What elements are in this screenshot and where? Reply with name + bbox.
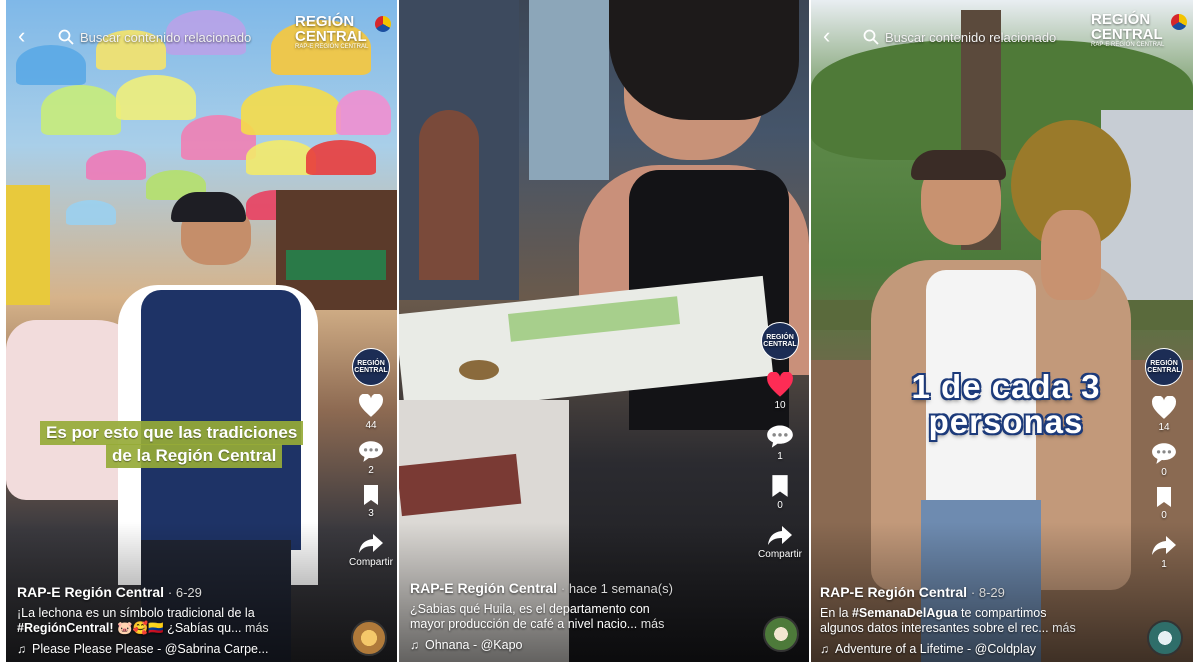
save-button[interactable]: 0 [1154, 486, 1174, 521]
music-note-icon: ♫ [820, 642, 829, 656]
save-count: 0 [777, 500, 783, 511]
back-arrow-icon[interactable]: ‹ [18, 25, 36, 48]
search-icon [58, 29, 74, 45]
share-arrow-icon [1152, 536, 1176, 555]
share-button[interactable]: Compartir [758, 525, 802, 560]
share-count: 1 [1161, 559, 1167, 570]
comment-icon [767, 425, 793, 448]
heart-icon [359, 394, 383, 417]
comment-count: 0 [1161, 467, 1167, 478]
author-name[interactable]: RAP-E Región Central [410, 580, 557, 596]
comment-icon [1152, 443, 1176, 464]
action-rail: REGIÓN CENTRAL 10 1 0 Compartir [755, 322, 805, 560]
video-caption-line-2: de la Región Central [106, 444, 283, 468]
logo-flag-icon [375, 16, 391, 32]
back-arrow-icon[interactable]: ‹ [823, 25, 841, 48]
action-rail: REGIÓN CENTRAL 44 2 3 Compartir [346, 348, 396, 568]
author-avatar[interactable]: REGIÓN CENTRAL [761, 322, 799, 360]
bookmark-icon [1157, 487, 1171, 507]
share-label: Compartir [349, 557, 393, 568]
author-avatar[interactable]: REGIÓN CENTRAL [1145, 348, 1183, 386]
music-title: Please Please Please - @Sabrina Carpe... [32, 642, 269, 656]
video-meta: RAP-E Región Central · 8-29 En la #Seman… [820, 584, 1076, 656]
comment-button[interactable]: 2 [358, 439, 384, 476]
video-caption-line-1: Es por esto que las tradiciones [40, 421, 304, 445]
post-date: · hace 1 semana(s) [560, 581, 673, 596]
author-line: RAP-E Región Central · 8-29 [820, 584, 1076, 600]
post-date: · 8-29 [970, 585, 1005, 600]
video-caption-line-2: personas [928, 403, 1084, 440]
more-link[interactable]: más [641, 617, 665, 631]
author-line: RAP-E Región Central · hace 1 semana(s) [410, 580, 673, 596]
share-arrow-icon [768, 526, 792, 545]
music-note-icon: ♫ [17, 642, 26, 656]
author-name[interactable]: RAP-E Región Central [820, 584, 967, 600]
search-icon [863, 29, 879, 45]
save-button[interactable]: 3 [361, 484, 381, 519]
like-count: 44 [365, 420, 377, 431]
comment-button[interactable]: 0 [1151, 441, 1177, 478]
hashtag-link[interactable]: #SemanaDelAgua [852, 606, 958, 620]
music-title: Adventure of a Lifetime - @Coldplay [835, 642, 1036, 656]
like-count: 14 [1158, 422, 1170, 433]
comment-count: 2 [368, 465, 374, 476]
music-line[interactable]: ♫ Please Please Please - @Sabrina Carpe.… [17, 642, 269, 656]
music-disc-icon[interactable] [763, 616, 799, 652]
music-line[interactable]: ♫ Ohnana - @Kapo [410, 638, 673, 652]
post-date: · 6-29 [167, 585, 202, 600]
action-rail: REGIÓN CENTRAL 14 0 0 1 [1139, 348, 1189, 570]
save-count: 3 [368, 508, 374, 519]
save-button[interactable]: 0 [769, 474, 791, 511]
bookmark-icon [772, 475, 788, 497]
like-button[interactable]: 14 [1151, 396, 1177, 433]
video-meta: RAP-E Región Central · hace 1 semana(s) … [410, 580, 673, 652]
region-central-logo: REGIÓN CENTRAL RAP-E REGIÓN CENTRAL [1091, 12, 1187, 48]
music-title: Ohnana - @Kapo [425, 638, 523, 652]
video-card-3[interactable]: ‹ Buscar contenido relacionado REGIÓN CEN… [811, 0, 1193, 662]
video-card-1[interactable]: ‹ Buscar contenido relacionado REGIÓN CEN… [6, 0, 397, 662]
music-disc-icon[interactable] [1147, 620, 1183, 656]
search-placeholder: Buscar contenido relacionado [885, 29, 1057, 45]
search-bar[interactable]: Buscar contenido relacionado [58, 26, 251, 48]
video-description[interactable]: En la #SemanaDelAgua te compartimos algu… [820, 606, 1076, 636]
music-line[interactable]: ♫ Adventure of a Lifetime - @Coldplay [820, 642, 1076, 656]
share-button[interactable]: Compartir [349, 533, 393, 568]
music-note-icon: ♫ [410, 638, 419, 652]
comment-icon [359, 441, 383, 462]
share-arrow-icon [359, 534, 383, 553]
author-name[interactable]: RAP-E Región Central [17, 584, 164, 600]
comment-count: 1 [777, 451, 783, 462]
music-disc-icon[interactable] [351, 620, 387, 656]
like-count: 10 [774, 400, 786, 411]
save-count: 0 [1161, 510, 1167, 521]
top-bar: ‹ Buscar contenido relacionado REGIÓN CEN… [6, 14, 397, 50]
video-card-2[interactable]: REGIÓN CENTRAL 10 1 0 Compartir RAP-E Re… [399, 0, 809, 662]
bookmark-icon [364, 485, 378, 505]
region-central-logo: REGIÓN CENTRAL RAP-E REGIÓN CENTRAL [295, 14, 391, 50]
video-description[interactable]: ¡La lechona es un símbolo tradicional de… [17, 606, 269, 636]
logo-flag-icon [1171, 14, 1187, 30]
heart-icon [767, 372, 793, 397]
comment-button[interactable]: 1 [766, 423, 794, 462]
top-bar: ‹ Buscar contenido relacionado REGIÓN CEN… [811, 12, 1193, 48]
more-link[interactable]: más [245, 621, 269, 635]
video-meta: RAP-E Región Central · 6-29 ¡La lechona … [17, 584, 269, 656]
video-caption-line-1: 1 de cada 3 [911, 368, 1101, 405]
video-description[interactable]: ¿Sabias qué Huila, es el departamento co… [410, 602, 673, 632]
share-button[interactable]: 1 [1151, 535, 1177, 570]
hashtag-link[interactable]: #RegiónCentral! [17, 621, 114, 635]
like-button[interactable]: 10 [766, 372, 794, 411]
search-bar[interactable]: Buscar contenido relacionado [863, 26, 1056, 48]
like-button[interactable]: 44 [358, 394, 384, 431]
share-label: Compartir [758, 549, 802, 560]
author-line: RAP-E Región Central · 6-29 [17, 584, 269, 600]
more-link[interactable]: más [1052, 621, 1076, 635]
search-placeholder: Buscar contenido relacionado [80, 29, 252, 45]
heart-icon [1152, 396, 1176, 419]
author-avatar[interactable]: REGIÓN CENTRAL [352, 348, 390, 386]
